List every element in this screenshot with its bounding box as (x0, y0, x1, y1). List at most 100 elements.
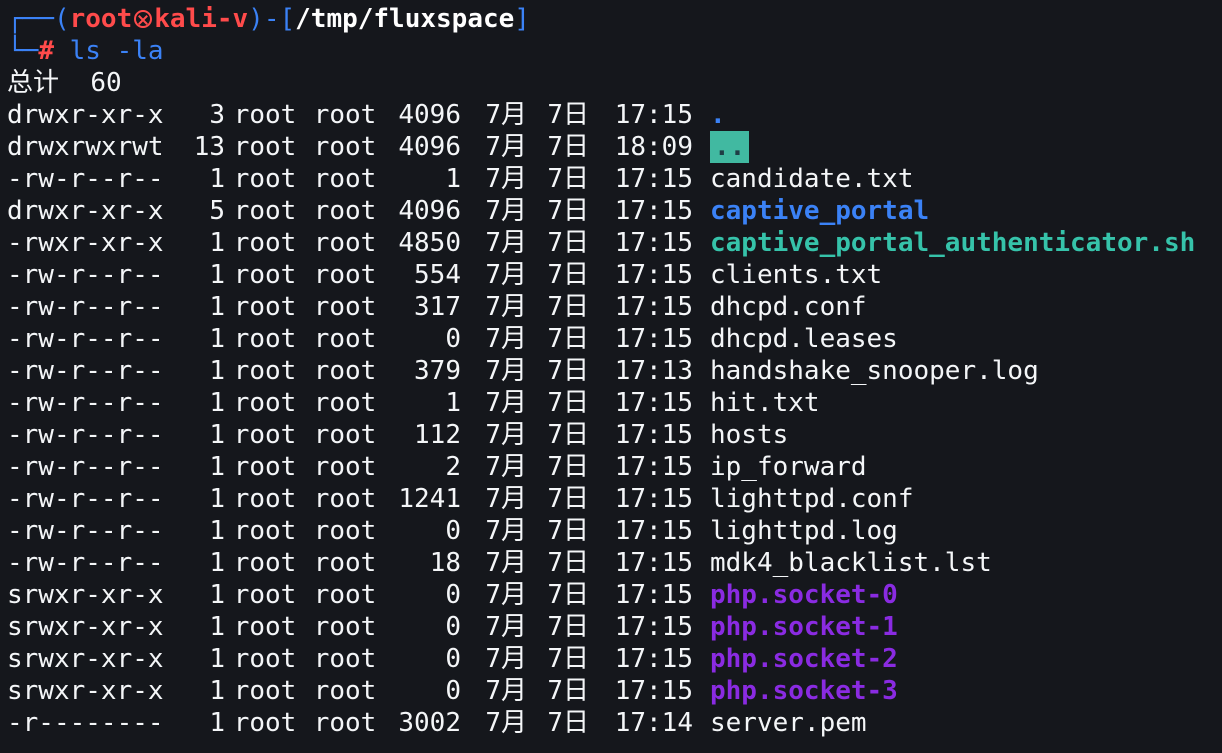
file-size: 0 (445, 580, 461, 610)
day: 7日 (547, 580, 589, 610)
file-name: hit.txt (710, 388, 820, 418)
link-count: 13 (193, 132, 225, 162)
root-prompt-hash: # (38, 36, 54, 66)
link-count: 5 (209, 196, 225, 226)
group: root (313, 132, 377, 162)
file-name: ip_forward (710, 452, 867, 482)
group: root (313, 484, 377, 514)
file-size: 0 (445, 644, 461, 674)
prompt-user: root (69, 4, 133, 34)
day: 7日 (547, 100, 589, 130)
file-name: captive_portal_authenticator.sh (710, 228, 1196, 258)
permissions: srwxr-xr-x (7, 676, 164, 706)
month: 7月 (485, 580, 527, 610)
owner: root (233, 484, 297, 514)
owner: root (233, 388, 297, 418)
month: 7月 (485, 164, 527, 194)
month: 7月 (485, 132, 527, 162)
group: root (313, 324, 377, 354)
month: 7月 (485, 644, 527, 674)
link-count: 1 (209, 548, 225, 578)
month: 7月 (485, 484, 527, 514)
group: root (313, 292, 377, 322)
time: 17:15 (614, 260, 693, 290)
day: 7日 (547, 228, 589, 258)
time: 17:15 (614, 292, 693, 322)
terminal-window[interactable]: ┌──( root kali-v )-[ /tmp/fluxspace ] └─… (0, 0, 1222, 753)
file-size: 18 (429, 548, 461, 578)
file-size: 112 (414, 420, 461, 450)
file-size: 0 (445, 612, 461, 642)
list-item: drwxr-xr-x 5 root root 4096 7月 7日 17:15 captive_… (7, 195, 1222, 227)
link-count: 1 (209, 516, 225, 546)
time: 17:15 (614, 516, 693, 546)
permissions: drwxrwxrwt (7, 132, 164, 162)
file-size: 4096 (398, 132, 461, 162)
month: 7月 (485, 260, 527, 290)
list-item: -r-------- 1 root root 3002 7月 7日 17:14 server.p… (7, 707, 1222, 739)
day: 7日 (547, 292, 589, 322)
time: 17:15 (614, 484, 693, 514)
file-name: server.pem (710, 708, 867, 738)
owner: root (233, 292, 297, 322)
group: root (313, 612, 377, 642)
list-item: -rw-r--r-- 1 root root 1 7月 7日 17:15 hit.txt (7, 387, 1222, 419)
total-value: 60 (90, 68, 122, 98)
day: 7日 (547, 356, 589, 386)
day: 7日 (547, 612, 589, 642)
file-name: clients.txt (710, 260, 883, 290)
permissions: drwxr-xr-x (7, 196, 164, 226)
permissions: -rw-r--r-- (7, 516, 164, 546)
file-size: 3002 (398, 708, 461, 738)
group: root (313, 388, 377, 418)
file-size: 0 (445, 676, 461, 706)
list-item: -rw-r--r-- 1 root root 18 7月 7日 17:15 mdk4_black… (7, 547, 1222, 579)
time: 17:15 (614, 324, 693, 354)
permissions: -rw-r--r-- (7, 452, 164, 482)
list-item: drwxrwxrwt 13 root root 4096 7月 7日 18:09.. (7, 131, 1222, 163)
permissions: -rw-r--r-- (7, 164, 164, 194)
link-count: 1 (209, 580, 225, 610)
current-path: /tmp/fluxspace (295, 4, 515, 34)
group: root (313, 228, 377, 258)
owner: root (233, 260, 297, 290)
file-size: 317 (414, 292, 461, 322)
month: 7月 (485, 420, 527, 450)
list-item: -rw-r--r-- 1 root root 317 7月 7日 17:15 dhcpd.con… (7, 291, 1222, 323)
owner: root (233, 644, 297, 674)
month: 7月 (485, 356, 527, 386)
link-count: 1 (209, 612, 225, 642)
time: 17:13 (614, 356, 693, 386)
permissions: drwxr-xr-x (7, 100, 164, 130)
group: root (313, 676, 377, 706)
time: 17:14 (614, 708, 693, 738)
list-item: -rw-r--r-- 1 root root 0 7月 7日 17:15 dhcpd.lease… (7, 323, 1222, 355)
day: 7日 (547, 260, 589, 290)
file-size: 4850 (398, 228, 461, 258)
day: 7日 (547, 708, 589, 738)
list-item: -rw-r--r-- 1 root root 1 7月 7日 17:15 candidate.t… (7, 163, 1222, 195)
owner: root (233, 452, 297, 482)
command-value: ls -la (69, 36, 164, 66)
list-item: -rw-r--r-- 1 root root 2 7月 7日 17:15 ip_forward (7, 451, 1222, 483)
owner: root (233, 196, 297, 226)
permissions: -rw-r--r-- (7, 420, 164, 450)
owner: root (233, 708, 297, 738)
day: 7日 (547, 196, 589, 226)
day: 7日 (547, 164, 589, 194)
time: 17:15 (614, 420, 693, 450)
link-count: 1 (209, 676, 225, 706)
file-name: lighttpd.log (710, 516, 898, 546)
file-size: 0 (445, 516, 461, 546)
month: 7月 (485, 516, 527, 546)
list-item: -rwxr-xr-x 1 root root 4850 7月 7日 17:15 captive_… (7, 227, 1222, 259)
file-name: hosts (710, 420, 789, 450)
day: 7日 (547, 484, 589, 514)
file-name: lighttpd.conf (710, 484, 914, 514)
owner: root (233, 580, 297, 610)
day: 7日 (547, 388, 589, 418)
group: root (313, 356, 377, 386)
file-size: 2 (445, 452, 461, 482)
file-name: dhcpd.conf (710, 292, 867, 322)
permissions: -rw-r--r-- (7, 292, 164, 322)
